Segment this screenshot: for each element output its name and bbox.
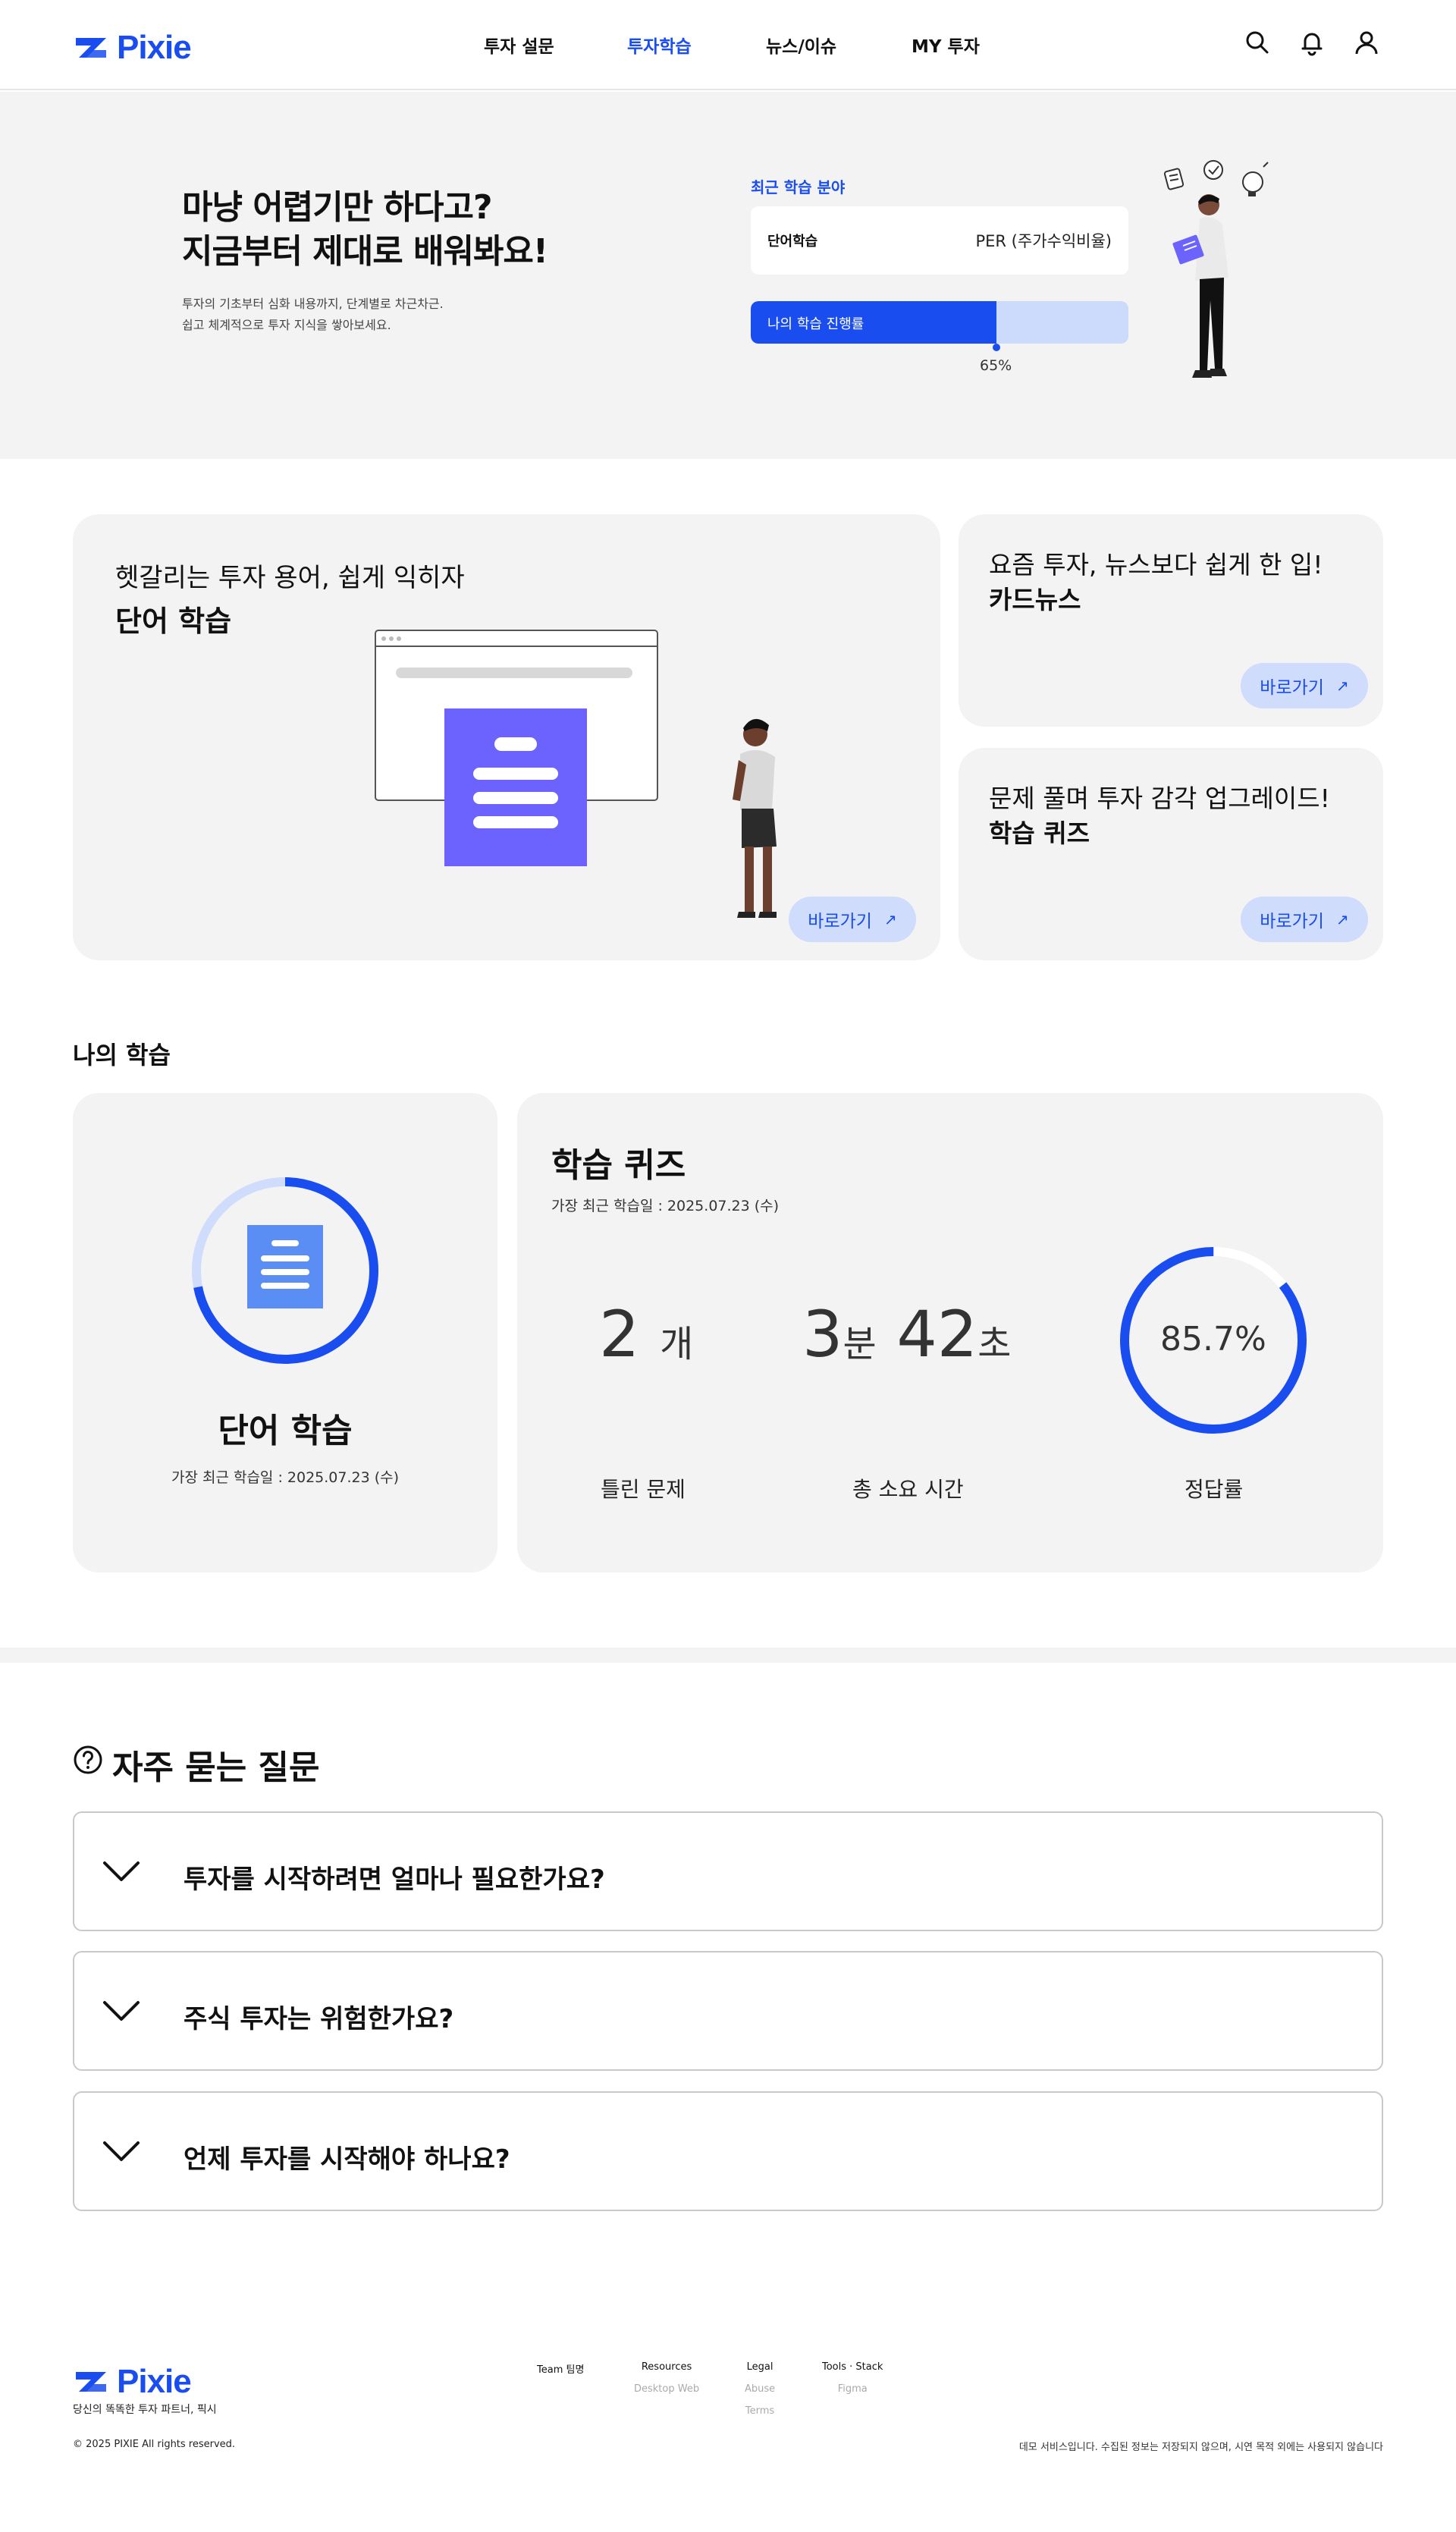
- my-words-date: 가장 최근 학습일 : 2025.07.23 (수): [171, 1469, 400, 1486]
- footer-link-abuse[interactable]: Abuse: [745, 2383, 775, 2395]
- cardnews-go-button[interactable]: 바로가기 ↗: [1241, 663, 1368, 708]
- footer-notice: 데모 서비스입니다. 수집된 정보는 저장되지 않으며, 시연 목적 외에는 사…: [1018, 2442, 1383, 2453]
- section-divider: [0, 1648, 1456, 1663]
- footer-tagline: 당신의 똑똑한 투자 파트너, 픽시: [73, 2404, 217, 2416]
- studying-person-illustration: [1163, 160, 1269, 378]
- faq-item-3[interactable]: 언제 투자를 시작해야 하나요?: [73, 2091, 1383, 2211]
- nav-learning[interactable]: 투자학습: [627, 32, 692, 58]
- accuracy-value: 85.7%: [1160, 1320, 1266, 1359]
- progress-percent: 65%: [980, 357, 1012, 374]
- hero-title-line1: 마냥 어렵기만 하다고?: [182, 188, 492, 227]
- chevron-down-icon: [103, 1861, 140, 1881]
- time-seconds-unit: 초: [977, 1323, 1012, 1365]
- footer-link-desktop-web[interactable]: Desktop Web: [634, 2383, 699, 2395]
- nav-my-invest[interactable]: MY 투자: [912, 32, 980, 58]
- cardnews-card-title: 카드뉴스: [989, 585, 1081, 614]
- faq-question: 투자를 시작하려면 얼마나 필요한가요?: [184, 1864, 605, 1895]
- arrow-up-right-icon: ↗: [883, 910, 897, 928]
- hero-desc-line1: 투자의 기초부터 심화 내용까지, 단계별로 차근차근.: [182, 297, 444, 311]
- arrow-up-right-icon: ↗: [1335, 677, 1349, 695]
- faq-question: 주식 투자는 위험한가요?: [184, 2004, 454, 2034]
- quiz-card-subtitle: 문제 풀며 투자 감각 업그레이드!: [989, 784, 1330, 813]
- site-header: Pixie 투자 설문 투자학습 뉴스/이슈 MY 투자: [0, 0, 1456, 90]
- faq-item-1[interactable]: 투자를 시작하려면 얼마나 필요한가요?: [73, 1811, 1383, 1931]
- learning-progress-bar: 나의 학습 진행률: [751, 301, 1128, 344]
- cardnews-card-subtitle: 요즘 투자, 뉴스보다 쉽게 한 입!: [989, 550, 1323, 580]
- words-progress-ring: [192, 1177, 378, 1364]
- vocab-go-label: 바로가기: [808, 912, 872, 931]
- header-icons: [1244, 29, 1380, 56]
- footer-col-legal: Legal Abuse Terms: [745, 2361, 775, 2427]
- wrong-count-label: 틀린 문제: [601, 1477, 686, 1502]
- nav-survey[interactable]: 투자 설문: [484, 32, 554, 58]
- recent-field-key: 단어학습: [767, 234, 818, 250]
- user-icon[interactable]: [1353, 29, 1380, 56]
- vocab-card[interactable]: 헷갈리는 투자 용어, 쉽게 익히자 단어 학습 바로가기 ↗: [73, 514, 940, 960]
- hero-title-line2: 지금부터 제대로 배워봐요!: [182, 232, 548, 271]
- quiz-go-button[interactable]: 바로가기 ↗: [1241, 897, 1368, 942]
- my-quiz-title: 학습 퀴즈: [551, 1146, 686, 1185]
- time-minutes: 3: [802, 1297, 843, 1371]
- footer-col-heading: Team 팀명: [537, 2364, 585, 2376]
- footer-copyright: © 2025 PIXIE All rights reserved.: [73, 2439, 236, 2450]
- footer-link-terms[interactable]: Terms: [745, 2405, 775, 2417]
- recent-field-value: PER (주가수익비율): [975, 232, 1112, 250]
- faq-title: 자주 묻는 질문: [112, 1748, 320, 1787]
- total-time-label: 총 소요 시간: [852, 1477, 964, 1502]
- my-quiz-date: 가장 최근 학습일 : 2025.07.23 (수): [551, 1198, 780, 1214]
- footer-col-tools: Tools · Stack Figma: [822, 2361, 883, 2405]
- recent-field-label: 최근 학습 분야: [751, 178, 846, 196]
- footer-col-team: Team 팀명: [537, 2361, 584, 2386]
- chevron-down-icon: [103, 2141, 140, 2161]
- faq-item-2[interactable]: 주식 투자는 위험한가요?: [73, 1951, 1383, 2071]
- accuracy-label: 정답률: [1185, 1477, 1244, 1502]
- footer-logo[interactable]: Pixie: [76, 2363, 192, 2401]
- my-learning-title: 나의 학습: [73, 1041, 171, 1070]
- bell-icon[interactable]: [1298, 29, 1326, 56]
- arrow-up-right-icon: ↗: [1335, 910, 1349, 928]
- faq-question: 언제 투자를 시작해야 하나요?: [184, 2144, 510, 2175]
- progress-label: 나의 학습 진행률: [767, 316, 864, 332]
- question-circle-icon: [74, 1745, 102, 1774]
- footer-col-resources: Resources Desktop Web: [634, 2361, 699, 2405]
- vocab-go-button[interactable]: 바로가기 ↗: [789, 897, 916, 942]
- recent-field-card[interactable]: 단어학습 PER (주가수익비율): [751, 206, 1128, 275]
- chevron-down-icon: [103, 2001, 140, 2021]
- footer-col-heading: Resources: [641, 2361, 692, 2373]
- vocab-card-title: 단어 학습: [115, 605, 232, 638]
- time-seconds: 42: [896, 1297, 978, 1371]
- quiz-go-label: 바로가기: [1260, 912, 1324, 931]
- search-icon[interactable]: [1244, 29, 1271, 56]
- wrong-count-number: 2: [599, 1297, 640, 1371]
- hero-title: 마냥 어렵기만 하다고? 지금부터 제대로 배워봐요!: [182, 186, 548, 274]
- vocab-card-subtitle: 헷갈리는 투자 용어, 쉽게 익히자: [115, 563, 465, 593]
- progress-marker: [993, 344, 1000, 351]
- hero-section: 마냥 어렵기만 하다고? 지금부터 제대로 배워봐요! 투자의 기초부터 심화 …: [0, 92, 1456, 459]
- hero-description: 투자의 기초부터 심화 내용까지, 단계별로 차근차근. 쉽고 체계적으로 투자…: [182, 294, 444, 336]
- standing-person-illustration: [733, 718, 777, 918]
- total-time: 3분 42초: [802, 1297, 1011, 1371]
- footer-logo-text: Pixie: [117, 2363, 192, 2400]
- cardnews-card[interactable]: 요즘 투자, 뉴스보다 쉽게 한 입! 카드뉴스 바로가기 ↗: [959, 514, 1383, 727]
- wrong-count-unit: 개: [660, 1323, 694, 1365]
- nav-news[interactable]: 뉴스/이슈: [766, 32, 836, 58]
- quiz-card-title: 학습 퀴즈: [989, 818, 1090, 848]
- cardnews-go-label: 바로가기: [1260, 678, 1324, 698]
- main-nav: 투자 설문 투자학습 뉴스/이슈 MY 투자: [0, 32, 1456, 62]
- document-window-illustration: [375, 630, 658, 866]
- wrong-count: 2 개: [599, 1297, 693, 1371]
- my-words-title: 단어 학습: [218, 1412, 353, 1450]
- logo-mark-icon: [76, 2372, 106, 2392]
- hero-desc-line2: 쉽고 체계적으로 투자 지식을 쌓아보세요.: [182, 318, 391, 332]
- footer-link-figma[interactable]: Figma: [822, 2383, 883, 2395]
- footer-col-heading: Legal: [746, 2361, 774, 2373]
- footer-col-heading: Tools · Stack: [822, 2361, 883, 2373]
- quiz-card[interactable]: 문제 풀며 투자 감각 업그레이드! 학습 퀴즈 바로가기 ↗: [959, 748, 1383, 960]
- time-minutes-unit: 분: [843, 1323, 877, 1365]
